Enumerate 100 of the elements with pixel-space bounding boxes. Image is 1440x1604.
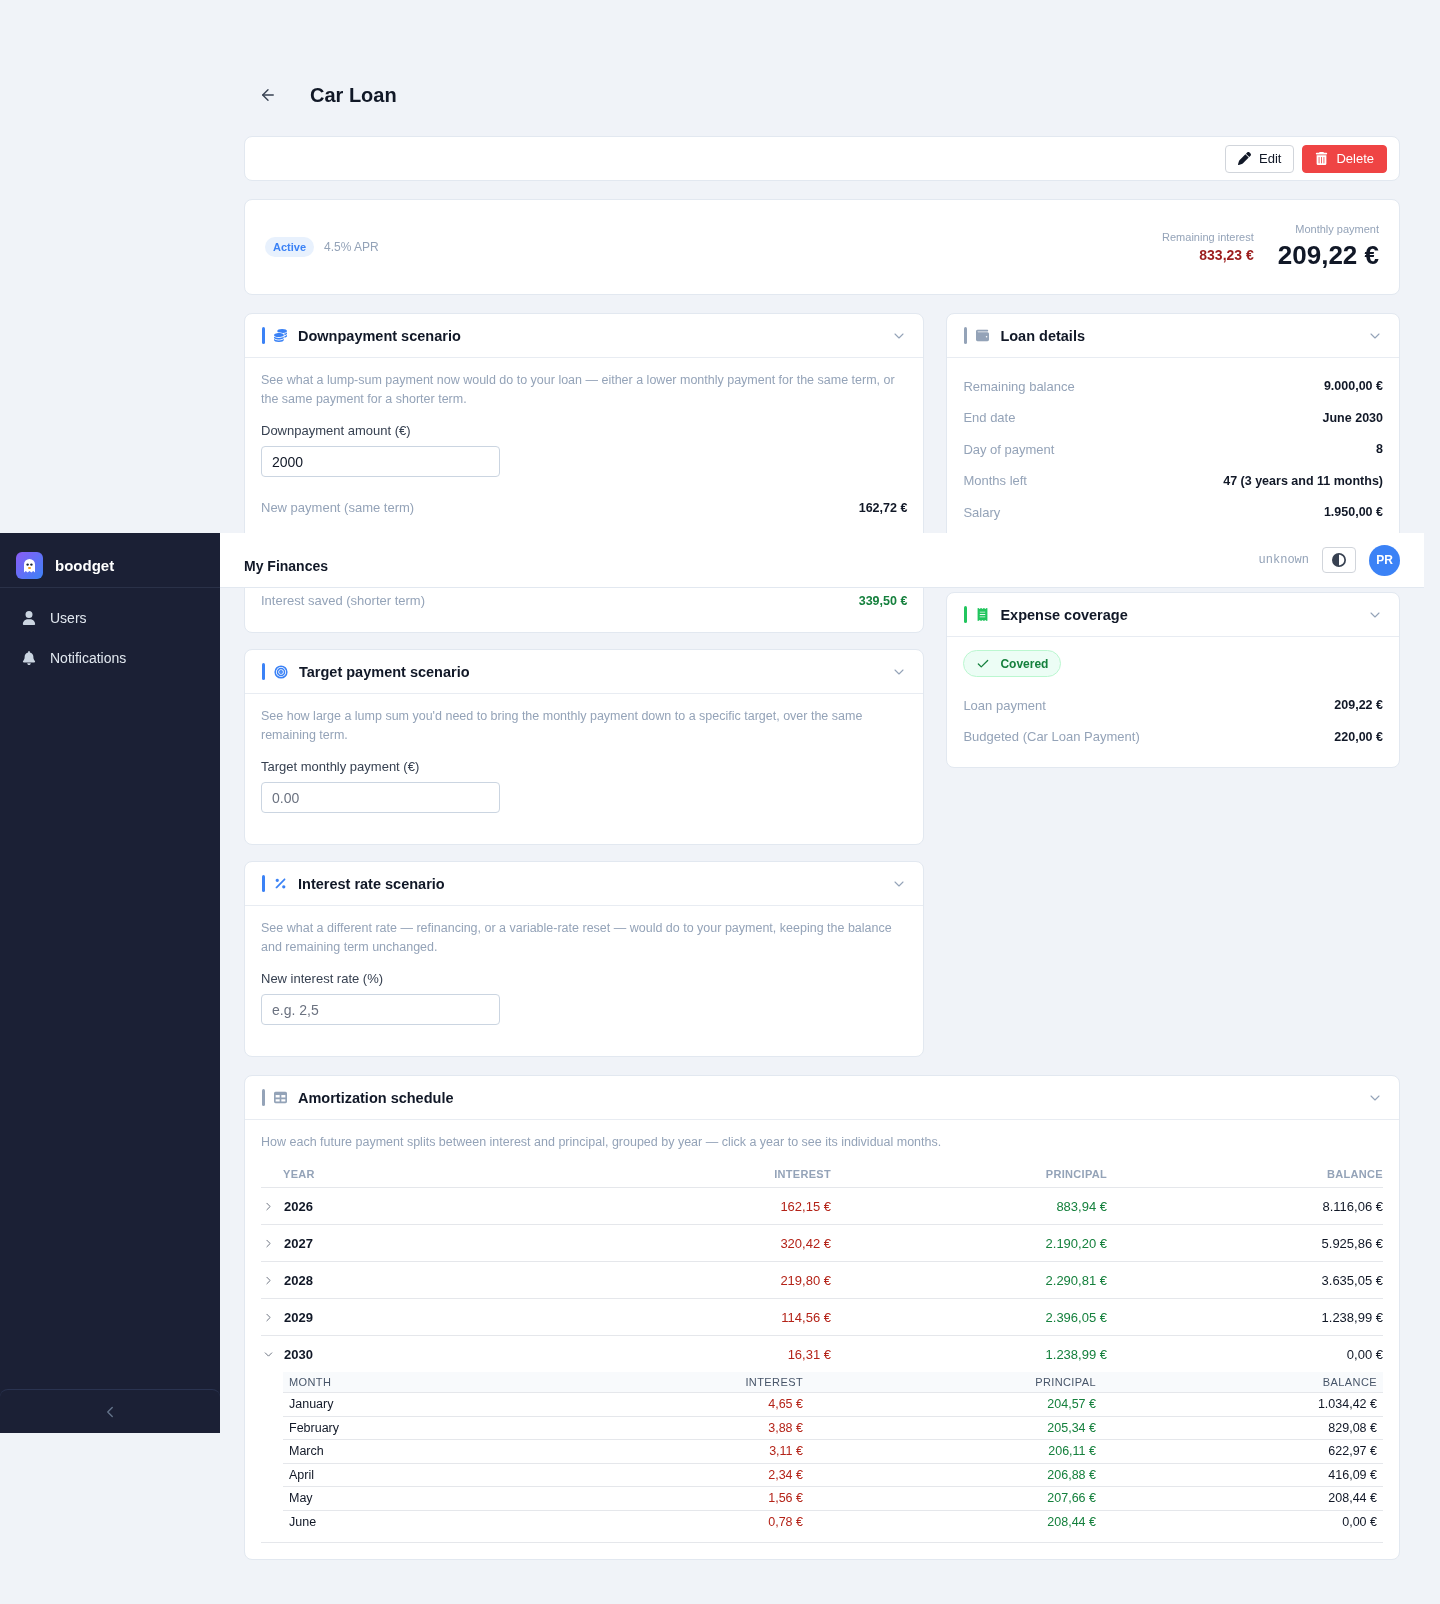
- table-cell-text: 162,15 €: [779, 1198, 831, 1214]
- stat-label: Remaining interest: [1162, 230, 1254, 244]
- stat-value: 833,23 €: [1199, 246, 1254, 264]
- table-cell-text: 416,09 €: [1327, 1467, 1378, 1482]
- card-title: Expense coverage: [1000, 606, 1129, 623]
- column-header: PRINCIPAL: [1034, 1376, 1097, 1388]
- edit-button[interactable]: Edit: [1225, 144, 1295, 173]
- detail-value: 220,00 €: [1334, 729, 1383, 744]
- input-field[interactable]: 2000: [261, 446, 500, 477]
- column-header: BALANCE: [1326, 1167, 1383, 1180]
- detail-label: Budgeted (Car Loan Payment): [963, 729, 1140, 745]
- table-cell-text: 2.290,81 €: [1044, 1272, 1107, 1288]
- receipt-icon: [976, 608, 990, 621]
- nav-item[interactable]: Users: [8, 600, 212, 636]
- table-cell-text: 207,66 €: [1046, 1491, 1097, 1506]
- pencil-icon: [1238, 152, 1251, 165]
- table-cell-text: 0,78 €: [767, 1515, 804, 1530]
- column-header: INTEREST: [773, 1167, 831, 1180]
- table-cell-text: 204,57 €: [1046, 1397, 1097, 1412]
- status-badge: Covered: [963, 650, 1062, 677]
- avatar[interactable]: PR: [1369, 544, 1400, 576]
- table-cell-text: 320,42 €: [779, 1235, 831, 1251]
- result-value: 162,72 €: [858, 500, 908, 515]
- table-cell-text: 1.238,99 €: [1044, 1346, 1107, 1362]
- table-cell: 2028: [284, 1272, 313, 1288]
- stat-value: 209,22 €: [1277, 240, 1379, 271]
- stat-label: Monthly payment: [1295, 223, 1379, 236]
- table-cell-text: 205,34 €: [1046, 1420, 1097, 1435]
- percent-icon: [274, 877, 287, 890]
- table-cell-text: 206,88 €: [1046, 1467, 1097, 1482]
- card-title: Target payment scenario: [299, 663, 471, 680]
- card-title: Interest rate scenario: [298, 875, 446, 892]
- detail-value: 209,22 €: [1334, 698, 1383, 713]
- table-cell-text: 3,88 €: [767, 1420, 804, 1435]
- table-cell-text: 4,65 €: [767, 1397, 804, 1412]
- table-cell-text: 0,00 €: [1341, 1515, 1378, 1530]
- detail-label: End date: [963, 410, 1016, 426]
- detail-label: Loan payment: [963, 697, 1046, 713]
- logo-icon: [16, 552, 43, 579]
- table-cell-text: 5.925,86 €: [1320, 1235, 1383, 1251]
- coins-icon: [274, 329, 287, 342]
- table-cell-text: April: [288, 1467, 315, 1482]
- table-cell-text: 2.190,20 €: [1044, 1235, 1107, 1251]
- table-cell-text: January: [288, 1397, 335, 1412]
- result-label: Interest saved (shorter term): [261, 593, 425, 608]
- table-cell-text: 1,56 €: [767, 1491, 804, 1506]
- page-title: Car Loan: [310, 83, 397, 107]
- brand-name: boodget: [55, 556, 115, 576]
- table-cell-text: March: [288, 1444, 325, 1459]
- table-cell-text: June: [288, 1515, 318, 1530]
- bell-icon: [22, 651, 36, 665]
- table-cell-text: 1.034,42 €: [1316, 1397, 1378, 1412]
- detail-value: 9.000,00 €: [1323, 379, 1383, 394]
- detail-label: Day of payment: [963, 441, 1055, 457]
- column-header: YEAR: [282, 1167, 316, 1180]
- field-label: New interest rate (%): [261, 969, 385, 987]
- table-cell-text: 114,56 €: [780, 1309, 831, 1325]
- table-cell-text: 208,44 €: [1327, 1491, 1378, 1506]
- table-cell-text: 2,34 €: [767, 1467, 804, 1482]
- detail-value: 1.950,00 €: [1323, 505, 1383, 520]
- rate-text: 4.5% APR: [324, 240, 379, 254]
- target-icon: [274, 664, 288, 679]
- input-field[interactable]: e.g. 2,5: [261, 994, 500, 1025]
- theme-toggle-button[interactable]: [1322, 547, 1356, 573]
- wallet-icon: [976, 329, 990, 342]
- table-cell-text: February: [288, 1420, 341, 1435]
- table-cell-text: 219,80 €: [779, 1272, 831, 1288]
- table-cell: 2027: [284, 1235, 313, 1251]
- app-title: My Finances: [244, 557, 329, 574]
- delete-button[interactable]: Delete: [1302, 144, 1387, 173]
- column-header: INTEREST: [744, 1376, 804, 1388]
- field-label: Downpayment amount (€): [261, 421, 412, 439]
- nav-item[interactable]: Notifications: [8, 640, 212, 676]
- username-text: unknown: [1258, 553, 1309, 567]
- table-cell-text: 3.635,05 €: [1320, 1272, 1383, 1288]
- card-title: Loan details: [1000, 327, 1086, 344]
- card-title: Downpayment scenario: [298, 327, 462, 344]
- description-text: See how large a lump sum you'd need to bring the monthly payment down to a specific target, over the same remaining term.: [261, 707, 864, 744]
- detail-label: Months left: [963, 473, 1027, 489]
- table-cell-text: 1.238,99 €: [1320, 1309, 1383, 1325]
- detail-label: Salary: [963, 504, 1001, 520]
- column-header: PRINCIPAL: [1044, 1167, 1107, 1180]
- column-header: MONTH: [288, 1376, 333, 1388]
- table-cell-text: 2.396,05 €: [1044, 1309, 1107, 1325]
- trash-icon: [1315, 152, 1329, 165]
- table-cell-text: 3,11 €: [768, 1444, 804, 1459]
- result-value: 339,50 €: [858, 593, 908, 608]
- detail-value: June 2030: [1322, 410, 1383, 425]
- table-icon: [274, 1091, 287, 1104]
- column-header: BALANCE: [1321, 1376, 1378, 1388]
- status-badge: Active: [265, 237, 315, 257]
- card-title: Amortization schedule: [298, 1089, 455, 1106]
- table-cell: 2029: [284, 1309, 313, 1325]
- input-field[interactable]: 0.00: [261, 782, 500, 813]
- user-icon: [22, 611, 36, 625]
- field-label: Target monthly payment (€): [261, 757, 421, 775]
- table-cell-text: 8.116,06 €: [1321, 1198, 1383, 1214]
- table-cell: 2030: [284, 1346, 313, 1362]
- table-cell-text: 16,31 €: [786, 1346, 831, 1362]
- result-label: New payment (same term): [261, 500, 415, 515]
